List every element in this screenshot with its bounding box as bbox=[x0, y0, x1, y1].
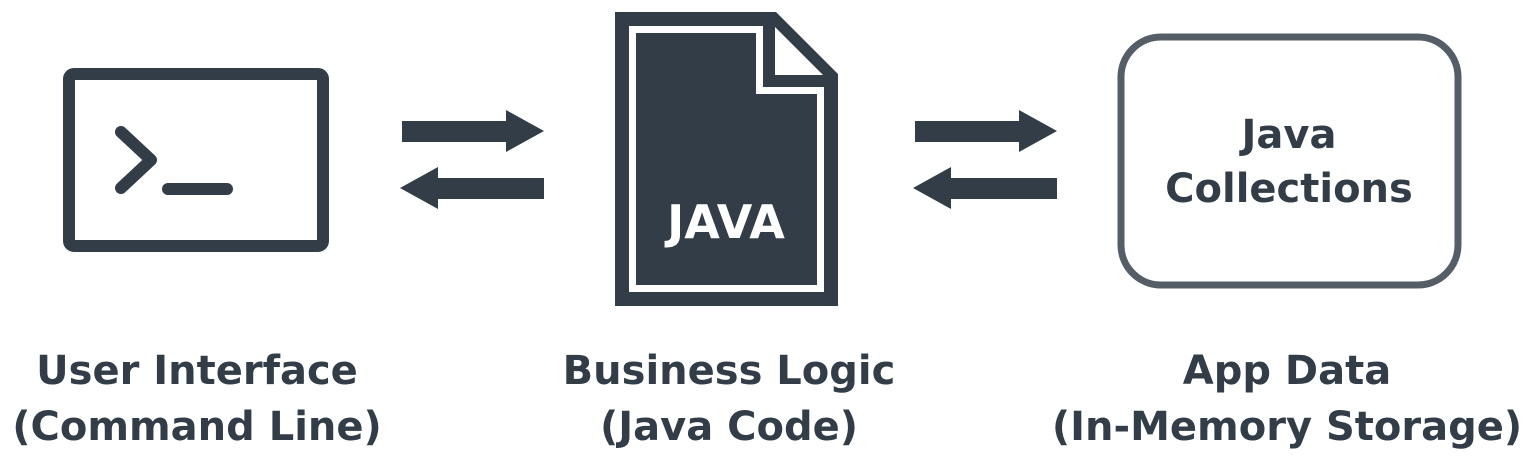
business-logic-title: Business Logic bbox=[562, 348, 896, 394]
user-interface-subtitle: (Command Line) bbox=[12, 404, 382, 450]
app-data-subtitle: (In-Memory Storage) bbox=[1051, 404, 1523, 450]
user-interface-title: User Interface bbox=[36, 348, 358, 394]
app-data-caption: App Data (In-Memory Storage) bbox=[1052, 343, 1522, 455]
arrow-right-icon bbox=[915, 110, 1057, 152]
app-data-title: App Data bbox=[1182, 348, 1392, 394]
java-file-icon: JAVA bbox=[615, 12, 838, 306]
arrow-left-icon bbox=[913, 167, 1057, 209]
storage-box-icon: Java Collections bbox=[1117, 33, 1462, 289]
business-logic-subtitle: (Java Code) bbox=[599, 404, 859, 450]
terminal-icon bbox=[63, 68, 329, 252]
java-file-label: JAVA bbox=[664, 195, 785, 249]
arrow-left-icon bbox=[400, 167, 544, 209]
storage-box-line2: Collections bbox=[1165, 166, 1413, 212]
arrow-right-icon bbox=[402, 110, 544, 152]
storage-box-line1: Java bbox=[1239, 112, 1337, 158]
business-logic-caption: Business Logic (Java Code) bbox=[563, 343, 896, 455]
user-interface-caption: User Interface (Command Line) bbox=[12, 343, 382, 455]
